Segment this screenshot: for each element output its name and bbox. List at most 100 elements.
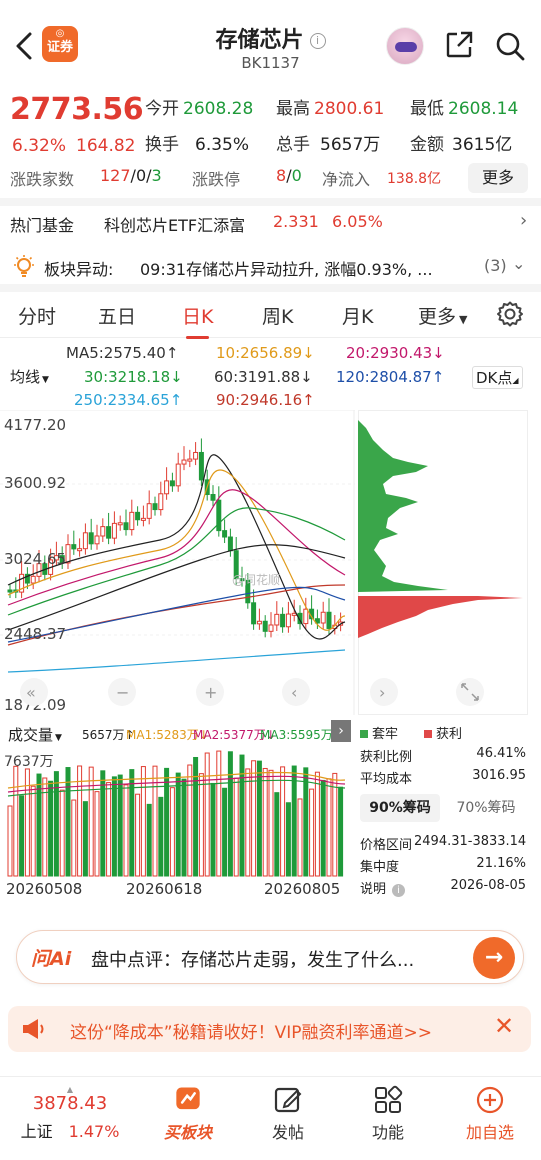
post-button[interactable]: 发帖	[248, 1085, 328, 1143]
svg-text:−: −	[116, 683, 129, 702]
scroll-left-fast-button[interactable]: «	[20, 678, 48, 706]
candle	[164, 480, 170, 495]
alert-text: 09:31存储芯片异动拉升, 涨幅0.93%, ...	[140, 260, 433, 279]
amount-label: 金额	[410, 135, 444, 155]
info-icon[interactable]: i	[309, 33, 326, 49]
add-watchlist-button[interactable]: 加自选	[450, 1085, 530, 1143]
candle	[193, 451, 199, 460]
legend-profit-label: 获利	[436, 727, 463, 742]
tab-90-chip[interactable]: 90%筹码	[360, 794, 440, 822]
low-stat: 最低 2608.14	[410, 94, 518, 119]
ma-item: 250:2334.65↑	[74, 391, 183, 409]
promo-banner[interactable]: 这份“降成本”秘籍请收好！VIP融资利率通道>> ✕	[8, 1006, 531, 1052]
caret-down-icon: ▼	[42, 375, 49, 385]
tab-70-chip[interactable]: 70%筹码	[446, 794, 526, 822]
ai-comment-bar[interactable]: 问Ai 盘中点评：存储芯片走弱，发生了什么... →	[16, 930, 524, 984]
volume-top-label: 7637万	[4, 754, 54, 770]
volume-bar	[135, 793, 141, 877]
tab-more-label: 更多	[418, 306, 457, 328]
candle	[129, 511, 135, 531]
change-value: 164.82	[76, 136, 136, 156]
buy-sector-button[interactable]: 买板块	[148, 1085, 228, 1143]
kline-chart[interactable]: 4177.20 3600.92 3024.65 2448.37 1872.09 …	[0, 409, 355, 715]
inflow-label: 净流入	[322, 170, 371, 189]
zoom-out-button[interactable]: −	[108, 678, 136, 706]
limit-down-count: 0	[291, 166, 302, 185]
legend-lock-label: 套牢	[372, 727, 399, 742]
x-axis-date: 20260508	[6, 880, 82, 898]
volume-bar	[320, 779, 326, 877]
gear-icon[interactable]	[496, 300, 524, 332]
functions-button[interactable]: 功能	[348, 1085, 428, 1143]
hot-fund-row[interactable]: 热门基金 科创芯片ETF汇添富 2.331 6.05% ›	[0, 206, 541, 240]
volume-bar	[123, 784, 129, 877]
tab-five-day[interactable]: 五日	[98, 302, 136, 329]
candle	[222, 530, 228, 538]
tab-weekly-k[interactable]: 周K	[262, 302, 293, 329]
candle	[158, 493, 164, 511]
promo-text: 这份“降成本”秘籍请收好！VIP融资利率通道>>	[70, 1023, 432, 1043]
volume-bar	[297, 798, 303, 877]
chip-date: 2026-08-05	[450, 878, 526, 893]
title-text: 存储芯片	[215, 28, 304, 53]
scroll-left-button[interactable]: ‹	[282, 678, 310, 706]
plus-circle-icon	[476, 1086, 504, 1114]
dk-point-toggle[interactable]: DK点◢	[472, 366, 523, 389]
sector-alert-row[interactable]: 板块异动: 09:31存储芯片异动拉升, 涨幅0.93%, ... (3) ⌄	[0, 248, 541, 284]
open-label: 今开	[145, 99, 179, 119]
info-icon: i	[392, 884, 406, 897]
index-row: 上证 1.47%	[20, 1118, 120, 1142]
tab-monthly-k[interactable]: 月K	[342, 302, 373, 329]
candle	[100, 526, 106, 537]
volume-indicator-selector[interactable]: 成交量 ▼	[8, 724, 62, 745]
limit-values: 8/0	[276, 166, 302, 185]
expand-right-icon[interactable]: ›	[331, 720, 351, 742]
volume-bar	[65, 767, 71, 877]
ma-selector[interactable]: 均线 ▼	[10, 366, 49, 387]
avg-cost-value: 3016.95	[472, 768, 526, 783]
volume-bar	[216, 750, 222, 877]
high-label: 最高	[276, 99, 310, 119]
change-percent: 6.32%	[12, 136, 67, 156]
candle	[326, 611, 332, 629]
tab-daily-k[interactable]: 日K	[182, 302, 213, 339]
candle	[30, 575, 36, 584]
chip-distribution-chart[interactable]: ›	[358, 410, 528, 715]
zoom-in-button[interactable]: +	[196, 678, 224, 706]
low-label: 最低	[410, 99, 444, 119]
close-icon[interactable]: ✕	[494, 1012, 514, 1040]
candle	[285, 613, 291, 628]
ma-item: 10:2656.89↓	[216, 344, 315, 362]
ma-item: MA5:2575.40↑	[66, 344, 179, 362]
profit-ratio-value: 46.41%	[476, 746, 526, 761]
header: ◎ 证券 存储芯片 i BK1137	[0, 0, 541, 88]
note-row[interactable]: 说明 i	[360, 878, 406, 897]
index-value: 3878.43	[32, 1093, 108, 1114]
inflow-value: 138.8亿	[387, 171, 442, 187]
high-stat: 最高 2800.61	[276, 94, 384, 119]
chevron-down-icon[interactable]: ⌄	[512, 254, 525, 273]
tab-intraday[interactable]: 分时	[18, 302, 56, 329]
share-icon[interactable]	[444, 30, 474, 60]
candle	[280, 613, 286, 628]
more-stats-button[interactable]: 更多	[468, 163, 528, 193]
search-icon[interactable]	[494, 30, 526, 62]
candle	[320, 611, 326, 624]
volume-bar	[88, 766, 94, 877]
candle	[135, 511, 141, 521]
bulb-icon	[12, 254, 36, 282]
avatar[interactable]	[386, 27, 424, 65]
index-quote[interactable]: ▲ 3878.43 上证 1.47%	[20, 1086, 120, 1142]
amount-stat: 金额 3615亿	[410, 130, 512, 155]
ma-item: 90:2946.16↑	[216, 391, 315, 409]
tab-more[interactable]: 更多 ▼	[418, 302, 467, 329]
next-button[interactable]: ›	[370, 678, 398, 706]
candle	[123, 522, 129, 531]
volume-bar	[117, 774, 123, 877]
volume-bar	[198, 773, 204, 877]
arrow-right-icon[interactable]: →	[473, 937, 515, 979]
svg-text:›: ›	[379, 683, 385, 702]
volume-bar	[309, 788, 315, 877]
expand-icon[interactable]	[456, 678, 484, 706]
ma-item: 60:3191.88↓	[214, 368, 313, 386]
